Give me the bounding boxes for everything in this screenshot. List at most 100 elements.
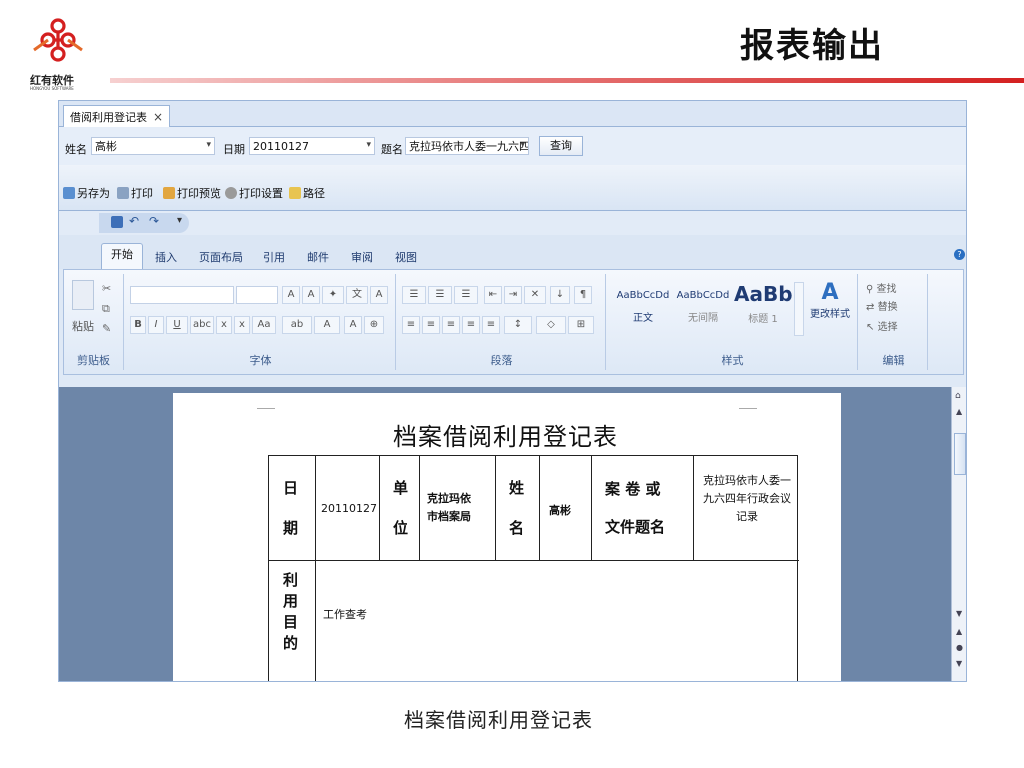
- shading-icon[interactable]: ◇: [536, 316, 566, 334]
- print-settings-label: 打印设置: [239, 187, 283, 200]
- save-as-button[interactable]: 另存为: [63, 185, 110, 201]
- find-label: 查找: [876, 284, 897, 295]
- print-settings-button[interactable]: 打印设置: [225, 185, 283, 201]
- tab-label: 借阅利用登记表: [70, 110, 147, 124]
- browse-object-icon[interactable]: ●: [956, 643, 963, 652]
- save-as-label: 另存为: [77, 187, 110, 200]
- font-size-select[interactable]: [236, 286, 278, 304]
- style-normal-preview: AaBbCcDd: [616, 290, 670, 301]
- copy-icon[interactable]: ⧉: [102, 302, 110, 316]
- change-case-icon[interactable]: Aa: [252, 316, 276, 334]
- query-button[interactable]: 查询: [539, 136, 583, 156]
- increase-indent-icon[interactable]: ⇥: [504, 286, 522, 304]
- superscript-icon[interactable]: x: [234, 316, 250, 334]
- select-button[interactable]: ↖ 选择: [866, 318, 898, 333]
- decrease-indent-icon[interactable]: ⇤: [484, 286, 502, 304]
- sort-icon[interactable]: ↓: [550, 286, 570, 304]
- show-marks-icon[interactable]: ¶: [574, 286, 592, 304]
- chinese-layout-icon[interactable]: ✕: [524, 286, 546, 304]
- align-center-icon[interactable]: ≡: [422, 316, 440, 334]
- bold-icon[interactable]: B: [130, 316, 146, 334]
- undo-icon[interactable]: ↶: [129, 214, 139, 228]
- name-select[interactable]: 高彬 ▾: [91, 137, 215, 155]
- tab-view[interactable]: 视图: [395, 249, 417, 265]
- cut-icon[interactable]: ✂: [102, 282, 111, 295]
- styles-group: AaBbCcDd 正文 AaBbCcDd 无间隔 AaBb 标题 1 A 更改样…: [608, 274, 858, 370]
- format-painter-icon[interactable]: ✎: [102, 322, 111, 335]
- date-select-value: 20110127: [253, 140, 309, 153]
- tab-page-layout[interactable]: 页面布局: [199, 249, 243, 265]
- distribute-icon[interactable]: ≡: [482, 316, 500, 334]
- replace-button[interactable]: ⇄ 替换: [866, 298, 898, 313]
- date-value-cell: 20110127: [321, 502, 377, 515]
- path-label: 路径: [303, 187, 325, 200]
- vertical-scrollbar[interactable]: ⌂ ▲ ▼ ▲ ● ▼: [951, 387, 966, 681]
- ruler-toggle-icon[interactable]: ⌂: [955, 391, 961, 401]
- tab-references[interactable]: 引用: [263, 249, 285, 265]
- tab-insert[interactable]: 插入: [155, 249, 177, 265]
- align-left-icon[interactable]: ≡: [402, 316, 420, 334]
- document-page[interactable]: 档案借阅利用登记表 日 期 20110127 单 位 克拉玛依 市档案局 姓 名…: [173, 393, 841, 681]
- print-preview-button[interactable]: 打印预览: [163, 185, 221, 201]
- path-button[interactable]: 路径: [289, 185, 325, 201]
- tab-mailings[interactable]: 邮件: [307, 249, 329, 265]
- print-label: 打印: [131, 187, 153, 200]
- paragraph-group: ☰ ☰ ☰ ⇤ ⇥ ✕ ↓ ¶ ≡ ≡ ≡ ≡ ≡ ↕ ◇ ⊞ 段落: [398, 274, 606, 370]
- enclose-char-icon[interactable]: ⊕: [364, 316, 384, 334]
- shrink-font-icon[interactable]: A: [302, 286, 320, 304]
- char-border-icon[interactable]: A: [370, 286, 388, 304]
- print-button[interactable]: 打印: [117, 185, 153, 201]
- tab-review[interactable]: 审阅: [351, 249, 373, 265]
- change-styles-label: 更改样式: [810, 309, 850, 320]
- font-name-select[interactable]: [130, 286, 234, 304]
- next-page-icon[interactable]: ▼: [956, 659, 962, 668]
- register-table: 日 期 20110127 单 位 克拉玛依 市档案局 姓 名 高彬 案 卷 或 …: [268, 455, 799, 681]
- borders-icon[interactable]: ⊞: [568, 316, 594, 334]
- subject-select[interactable]: 克拉玛依市人委一九六四 ▾: [405, 137, 529, 155]
- prev-page-icon[interactable]: ▲: [956, 627, 962, 636]
- numbering-icon[interactable]: ☰: [428, 286, 452, 304]
- save-icon[interactable]: [111, 216, 123, 228]
- help-icon[interactable]: ?: [954, 249, 965, 260]
- font-color-icon[interactable]: A: [314, 316, 340, 334]
- strikethrough-icon[interactable]: abc: [190, 316, 214, 334]
- scrollbar-thumb[interactable]: [954, 433, 966, 475]
- style-no-spacing[interactable]: AaBbCcDd 无间隔: [674, 290, 732, 324]
- scroll-up-icon[interactable]: ▲: [956, 407, 962, 416]
- file-label-cell: 案 卷 或 文件题名: [605, 480, 666, 536]
- subject-select-value: 克拉玛依市人委一九六四: [409, 140, 529, 153]
- tab-borrow-register[interactable]: 借阅利用登记表 ×: [63, 105, 171, 127]
- grow-font-icon[interactable]: A: [282, 286, 300, 304]
- slide-title: 报表输出: [740, 26, 884, 66]
- italic-icon[interactable]: I: [148, 316, 164, 334]
- justify-icon[interactable]: ≡: [462, 316, 480, 334]
- highlight-icon[interactable]: ab: [282, 316, 312, 334]
- name-value-cell: 高彬: [549, 504, 571, 517]
- underline-icon[interactable]: U: [166, 316, 188, 334]
- subscript-icon[interactable]: x: [216, 316, 232, 334]
- char-shading-icon[interactable]: A: [344, 316, 362, 334]
- redo-icon[interactable]: ↷: [149, 214, 159, 228]
- paste-icon[interactable]: [72, 280, 94, 310]
- styles-scroll[interactable]: [794, 282, 804, 336]
- editing-group-label: 编辑: [882, 354, 905, 367]
- change-styles-button[interactable]: A 更改样式: [808, 280, 852, 320]
- style-normal[interactable]: AaBbCcDd 正文: [614, 290, 672, 324]
- clear-format-icon[interactable]: ✦: [322, 286, 344, 304]
- line-spacing-icon[interactable]: ↕: [504, 316, 532, 334]
- tab-home[interactable]: 开始: [101, 243, 143, 269]
- date-select[interactable]: 20110127 ▾: [249, 137, 375, 155]
- style-normal-name: 正文: [633, 313, 653, 324]
- phonetic-icon[interactable]: 文: [346, 286, 368, 304]
- customize-qat-icon[interactable]: ▾: [177, 215, 182, 226]
- style-heading1[interactable]: AaBb 标题 1: [734, 282, 792, 325]
- bullets-icon[interactable]: ☰: [402, 286, 426, 304]
- close-icon[interactable]: ×: [153, 110, 163, 124]
- multilevel-list-icon[interactable]: ☰: [454, 286, 478, 304]
- editing-group: ⚲ 查找 ⇄ 替换 ↖ 选择 编辑: [860, 274, 928, 370]
- align-right-icon[interactable]: ≡: [442, 316, 460, 334]
- print-preview-label: 打印预览: [177, 187, 221, 200]
- binoculars-icon: ⚲: [866, 284, 874, 295]
- scroll-down-icon[interactable]: ▼: [956, 609, 962, 618]
- find-button[interactable]: ⚲ 查找: [866, 280, 897, 295]
